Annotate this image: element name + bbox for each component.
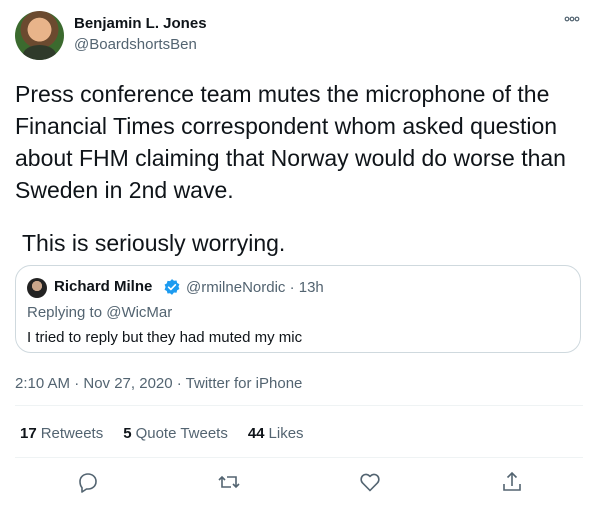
divider-bottom	[15, 457, 583, 458]
retweets-label: Retweets	[40, 425, 104, 442]
likes-stat[interactable]: 44 Likes	[248, 425, 304, 442]
author-avatar[interactable]	[15, 11, 64, 60]
likes-count: 44	[247, 425, 265, 442]
quote-tweets-stat[interactable]: 5 Quote Tweets	[123, 425, 228, 442]
quote-label: Quote Tweets	[135, 425, 228, 442]
reply-icon[interactable]	[76, 470, 100, 494]
retweets-count: 17	[20, 425, 37, 442]
quote-count: 5	[123, 425, 132, 442]
quoted-replying-to: Replying to @WicMar	[27, 304, 173, 321]
likes-label: Likes	[268, 425, 304, 442]
author-name[interactable]: Benjamin L. Jones	[74, 15, 207, 32]
retweet-icon[interactable]	[217, 470, 241, 494]
tweet-text: Press conference team mutes the micropho…	[15, 81, 566, 203]
share-icon[interactable]	[500, 470, 524, 494]
avatar-shirt	[23, 45, 56, 60]
more-icon[interactable]	[564, 14, 580, 24]
divider-top	[15, 405, 583, 406]
tweet-text-second: This is seriously worrying.	[22, 230, 286, 256]
quoted-avatar	[27, 278, 47, 298]
tweet-stats: 17 Retweets 5 Quote Tweets 44 Likes	[20, 425, 324, 442]
quoted-tweet[interactable]: Richard Milne @rmilneNordic · 13h Replyi…	[15, 265, 581, 353]
quoted-author-name: Richard Milne	[54, 278, 153, 295]
retweets-stat[interactable]: 17 Retweets	[20, 425, 103, 442]
action-bar	[0, 470, 598, 494]
author-handle[interactable]: @BoardshortsBen	[74, 36, 197, 53]
quoted-handle-time: @rmilneNordic · 13h	[186, 279, 324, 296]
tweet-timestamp[interactable]: 2:10 AM · Nov 27, 2020 · Twitter for iPh…	[15, 375, 302, 392]
quoted-text: I tried to reply but they had muted my m…	[27, 329, 303, 346]
verified-badge-icon	[164, 279, 180, 295]
like-icon[interactable]	[358, 470, 382, 494]
